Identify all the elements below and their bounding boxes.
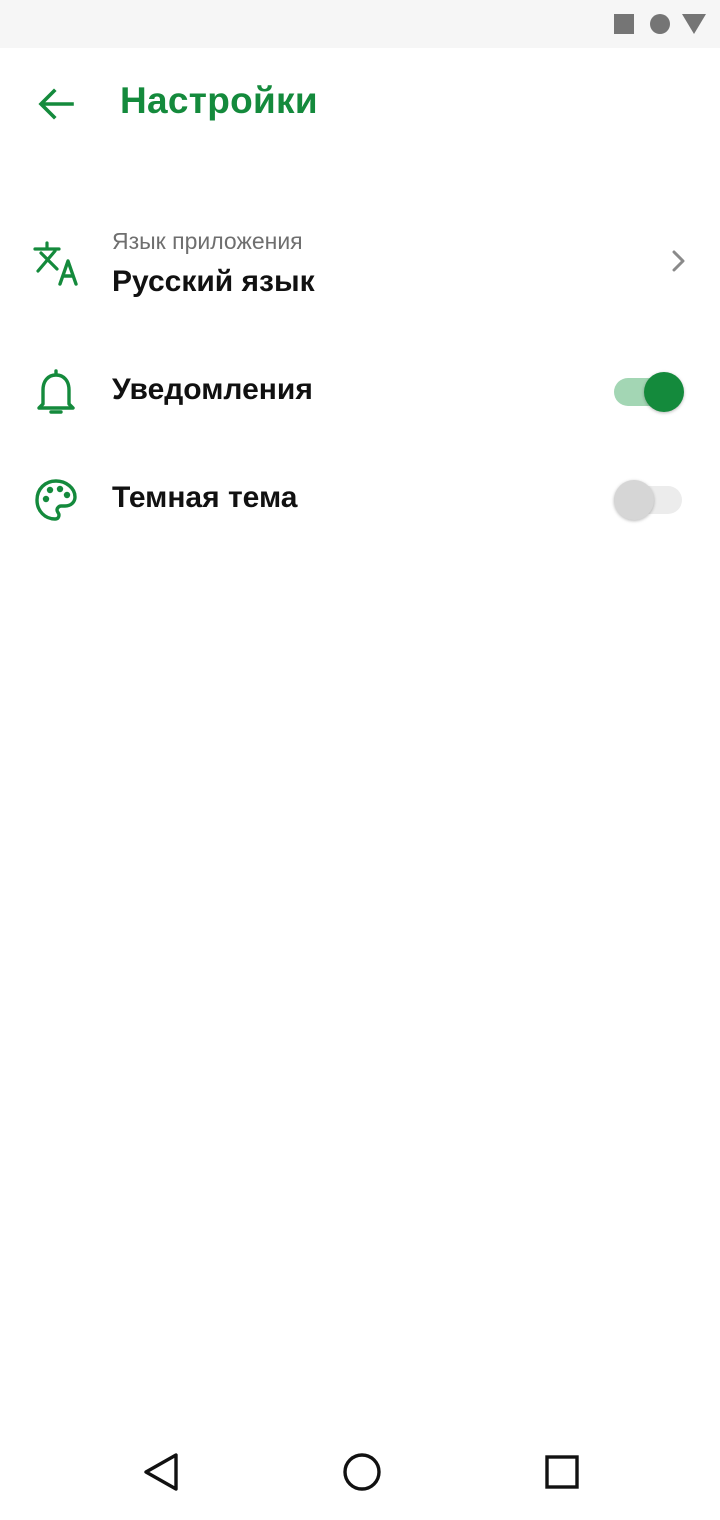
page-title: Настройки [120,80,318,121]
dark-theme-setting[interactable]: Темная тема [0,448,720,552]
palette-icon [32,476,80,524]
status-square-icon [614,14,634,34]
language-setting[interactable]: Язык приложения Русский язык [0,208,720,316]
back-button[interactable] [30,78,82,130]
nav-home-icon [343,1453,381,1491]
nav-recents-button[interactable] [538,1448,586,1496]
status-bar [0,0,720,48]
system-navigation-bar [0,1424,720,1520]
toggle-thumb [614,480,654,520]
chevron-right-icon [666,248,692,274]
bell-icon [32,368,80,416]
status-triangle-icon [682,14,706,34]
language-value: Русский язык [112,265,315,298]
dark-theme-label: Темная тема [112,481,298,514]
notifications-label: Уведомления [112,373,313,406]
nav-home-button[interactable] [338,1448,386,1496]
app-bar: Настройки [0,48,720,160]
arrow-left-icon [38,88,74,120]
nav-back-button[interactable] [138,1448,186,1496]
dark-theme-toggle[interactable] [612,478,686,522]
nav-recents-icon [545,1455,579,1489]
nav-back-icon [144,1453,178,1491]
toggle-thumb [644,372,684,412]
notifications-toggle[interactable] [612,370,686,414]
language-subtitle: Язык приложения [112,228,303,254]
status-circle-icon [650,14,670,34]
translate-icon [32,240,80,288]
notifications-setting[interactable]: Уведомления [0,340,720,444]
